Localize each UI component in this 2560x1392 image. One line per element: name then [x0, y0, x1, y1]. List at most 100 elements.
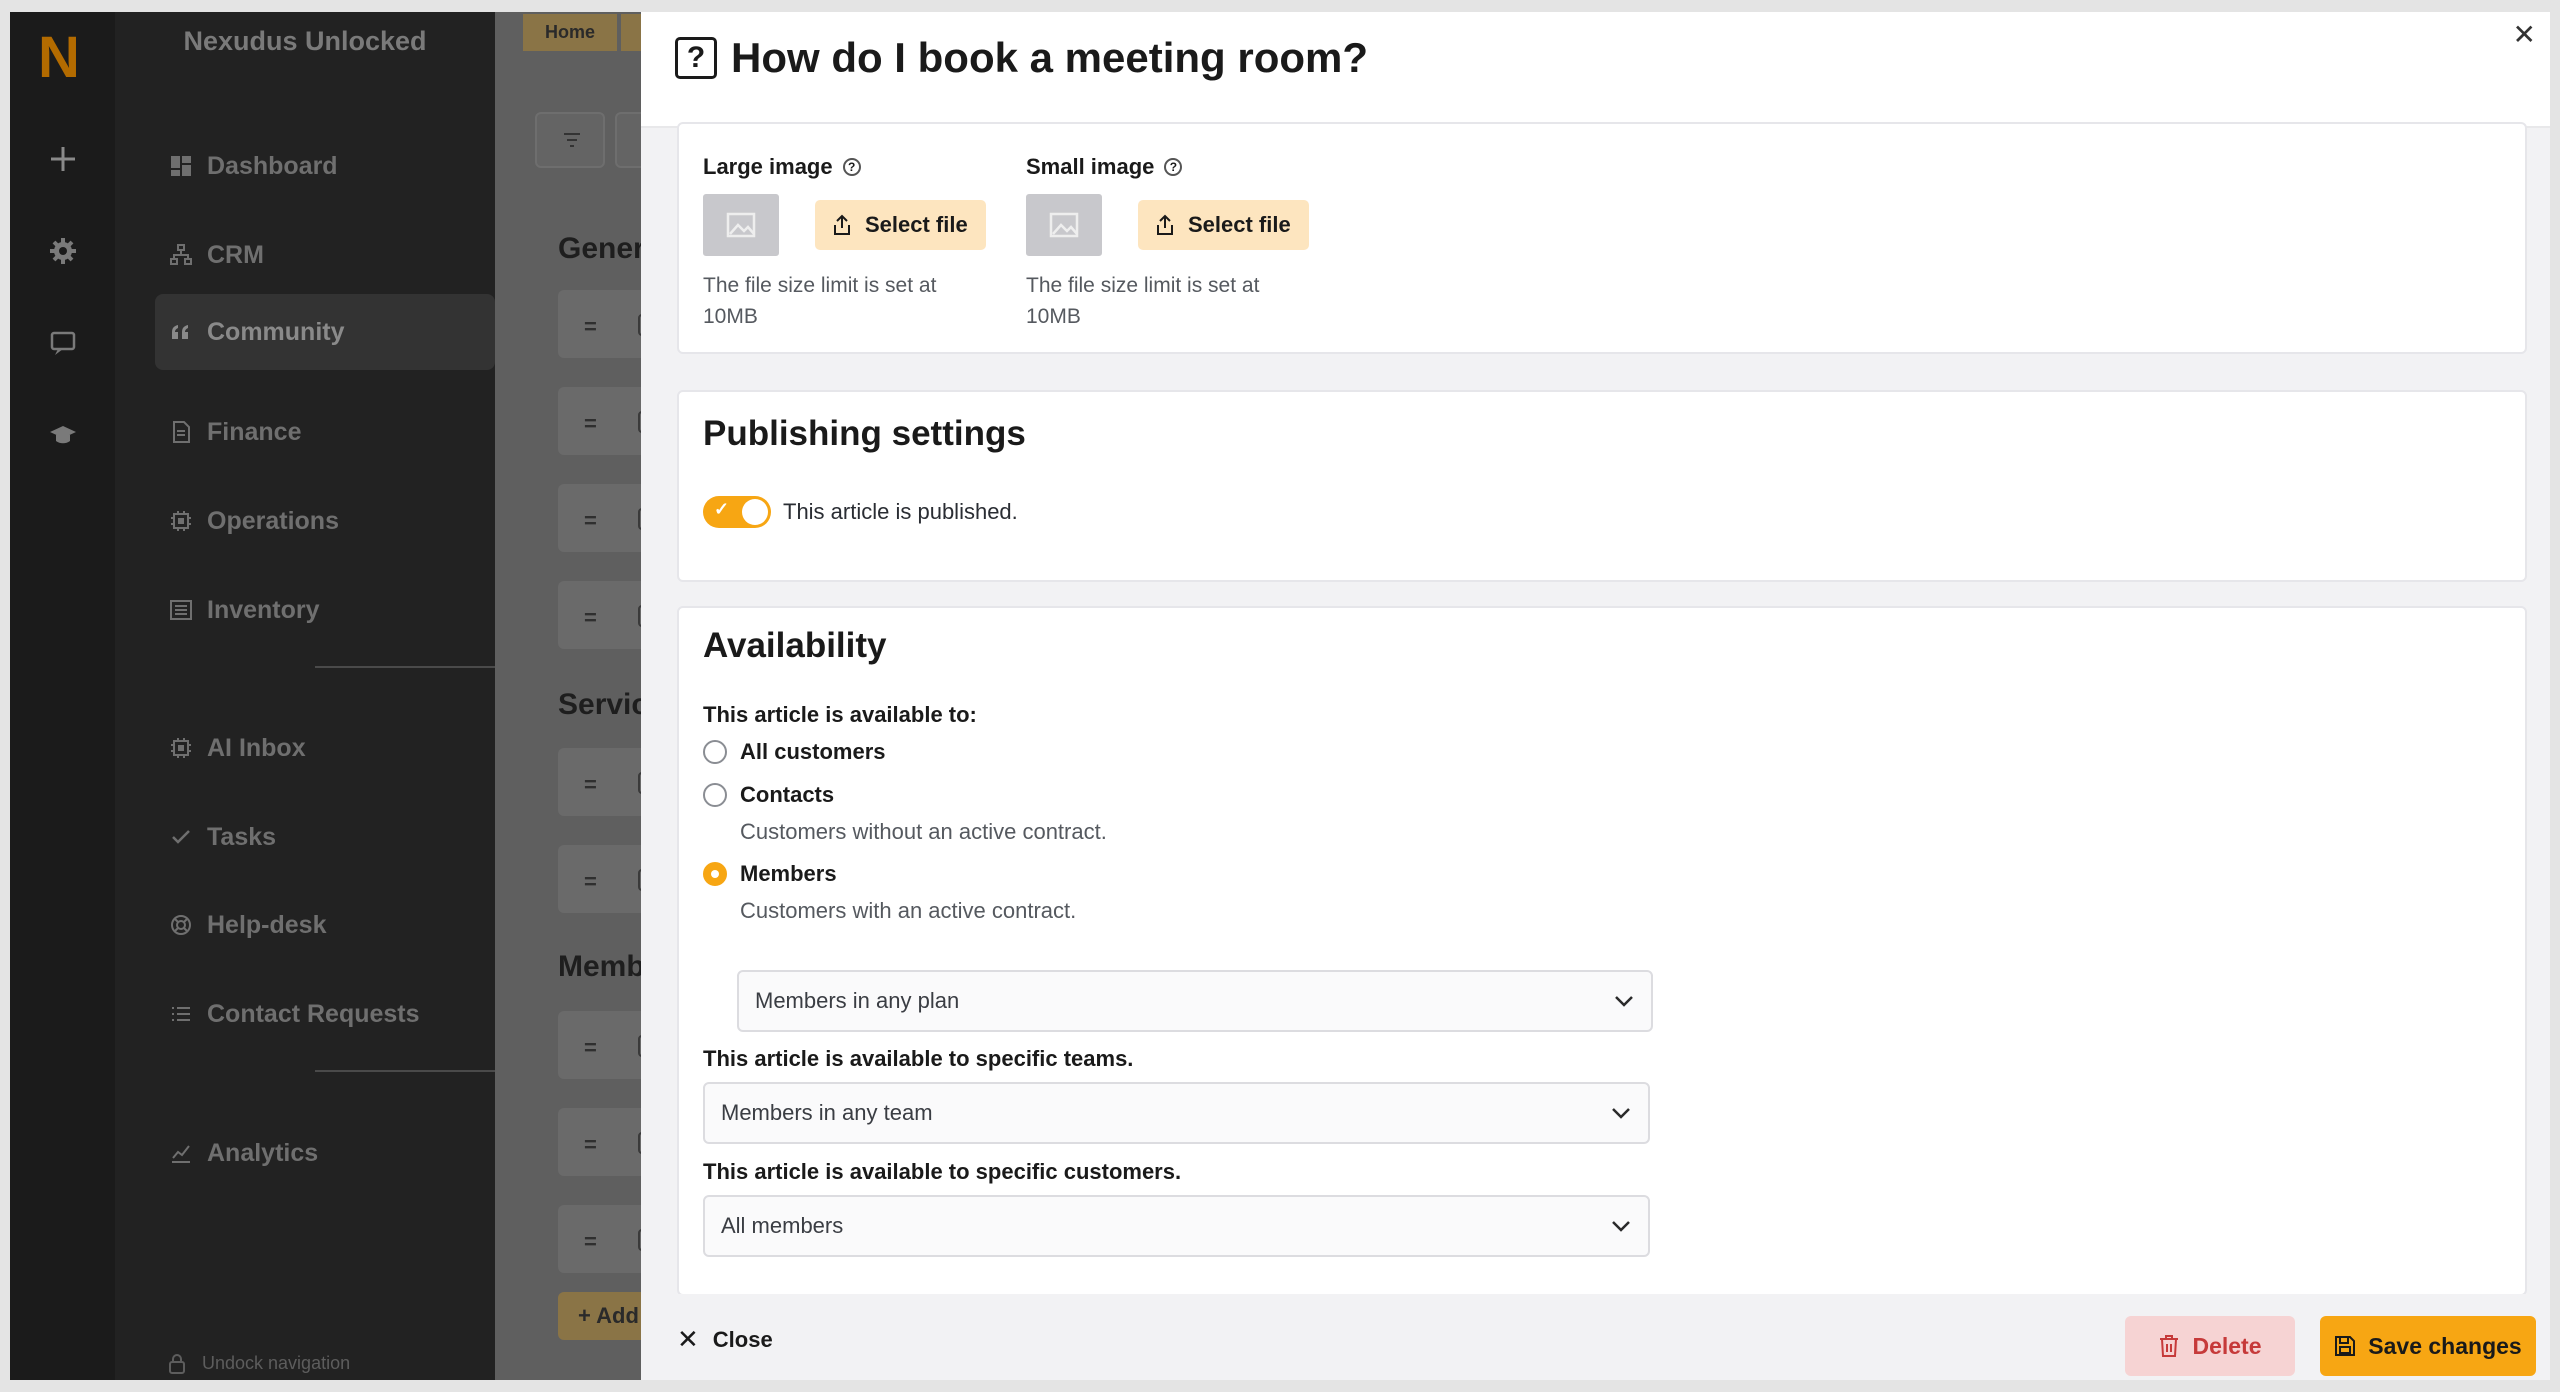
- radio-button-selected[interactable]: [703, 862, 727, 886]
- publishing-card: Publishing settings ✓ This article is pu…: [677, 390, 2527, 582]
- customers-select-value: All members: [721, 1213, 844, 1238]
- sidebar-item-label: Finance: [207, 417, 302, 446]
- app-logo[interactable]: N: [38, 24, 80, 91]
- help-icon[interactable]: ?: [842, 158, 861, 176]
- radio-members[interactable]: Members: [703, 861, 837, 887]
- sidebar: Nexudus Unlocked Dashboard CRM Community…: [115, 12, 501, 1380]
- document-icon: [169, 420, 193, 444]
- save-changes-button[interactable]: Save changes: [2320, 1316, 2536, 1376]
- sidebar-divider: [315, 666, 501, 668]
- delete-button[interactable]: Delete: [2125, 1316, 2295, 1376]
- small-image-label-text: Small image: [1026, 154, 1155, 179]
- large-image-label: Large image ?: [703, 154, 993, 180]
- select-file-label: Select file: [1188, 212, 1291, 237]
- section-heading: Memb: [558, 950, 645, 983]
- sidebar-item-label: AI Inbox: [207, 733, 306, 762]
- modal-title: ? How do I book a meeting room?: [675, 34, 1368, 82]
- sidebar-item-operations[interactable]: Operations: [155, 483, 495, 559]
- sidebar-divider: [315, 1070, 501, 1072]
- availability-card: Availability This article is available t…: [677, 606, 2527, 1296]
- published-text: This article is published.: [783, 499, 1018, 524]
- save-label: Save changes: [2368, 1332, 2522, 1359]
- radio-label: Contacts: [740, 782, 835, 807]
- small-image-placeholder: [1026, 194, 1102, 256]
- gear-icon[interactable]: [40, 228, 86, 274]
- chevron-down-icon: [1612, 1108, 1630, 1119]
- question-icon: ?: [675, 37, 717, 79]
- image-icon: [726, 212, 756, 238]
- image-icon: [1049, 212, 1079, 238]
- teams-select-value: Members in any team: [721, 1100, 933, 1125]
- large-image-select-file-button[interactable]: Select file: [815, 200, 986, 250]
- published-toggle[interactable]: ✓: [703, 496, 771, 528]
- sidebar-item-dashboard[interactable]: Dashboard: [155, 128, 495, 204]
- radio-button[interactable]: [703, 740, 727, 764]
- breadcrumb-home[interactable]: Home: [523, 14, 618, 51]
- list-box-icon: [169, 598, 193, 622]
- sidebar-item-contact-requests[interactable]: Contact Requests: [155, 976, 495, 1052]
- chip-icon: [169, 509, 193, 533]
- delete-label: Delete: [2192, 1332, 2262, 1359]
- large-image-label-text: Large image: [703, 154, 833, 179]
- lifebuoy-icon: [169, 913, 193, 937]
- chat-icon[interactable]: [40, 320, 86, 366]
- close-label: Close: [712, 1326, 773, 1352]
- publishing-title: Publishing settings: [703, 414, 1026, 453]
- sidebar-item-label: Help-desk: [207, 910, 327, 939]
- sidebar-item-inventory[interactable]: Inventory: [155, 572, 495, 648]
- sidebar-item-finance[interactable]: Finance: [155, 394, 495, 470]
- plan-select[interactable]: Members in any plan: [737, 970, 1653, 1032]
- teams-select[interactable]: Members in any team: [703, 1082, 1650, 1144]
- small-image-select-file-button[interactable]: Select file: [1138, 200, 1309, 250]
- sidebar-item-label: Contact Requests: [207, 999, 420, 1028]
- upload-icon: [834, 214, 850, 235]
- close-icon[interactable]: ✕: [2513, 18, 2536, 51]
- close-icon: ✕: [677, 1324, 699, 1354]
- radio-label: All customers: [740, 739, 886, 764]
- sidebar-item-tasks[interactable]: Tasks: [155, 799, 495, 875]
- teams-label: This article is available to specific te…: [703, 1046, 1134, 1071]
- plan-select-value: Members in any plan: [755, 988, 960, 1013]
- upload-icon: [1157, 214, 1173, 235]
- filter-button[interactable]: [535, 112, 605, 168]
- org-chart-icon: [169, 243, 193, 267]
- small-image-field: Small image ? Select file The file size …: [1026, 154, 1316, 332]
- chip-icon: [169, 736, 193, 760]
- file-size-note: The file size limit is set at 10MB: [703, 274, 937, 328]
- customers-select[interactable]: All members: [703, 1195, 1650, 1257]
- list-icon: [169, 1002, 193, 1026]
- sidebar-item-label: Community: [207, 317, 345, 346]
- customers-label: This article is available to specific cu…: [703, 1159, 1182, 1184]
- dashboard-icon: [169, 154, 193, 178]
- sidebar-item-label: Analytics: [207, 1138, 319, 1167]
- plus-icon[interactable]: [40, 136, 86, 182]
- large-image-placeholder: [703, 194, 779, 256]
- sidebar-item-crm[interactable]: CRM: [155, 217, 495, 293]
- sidebar-item-label: Inventory: [207, 595, 320, 624]
- filter-icon: [564, 133, 580, 147]
- article-modal: ? How do I book a meeting room? ✕ Large …: [641, 12, 2550, 1380]
- chevron-down-icon: [1615, 996, 1633, 1007]
- save-icon: [2335, 1336, 2356, 1356]
- modal-footer: ✕ Close Delete Save changes: [641, 1294, 2550, 1380]
- sidebar-item-label: Operations: [207, 506, 339, 535]
- icon-rail: N: [10, 12, 115, 1380]
- sidebar-item-help-desk[interactable]: Help-desk: [155, 887, 495, 963]
- images-card: Large image ? Select file The file size …: [677, 122, 2527, 354]
- radio-button[interactable]: [703, 783, 727, 807]
- help-icon[interactable]: ?: [1164, 158, 1183, 176]
- radio-contacts[interactable]: Contacts: [703, 782, 834, 808]
- chevron-down-icon: [1612, 1221, 1630, 1232]
- sidebar-item-ai-inbox[interactable]: AI Inbox: [155, 710, 495, 786]
- small-image-label: Small image ?: [1026, 154, 1316, 180]
- undock-navigation-button[interactable]: Undock navigation: [168, 1353, 350, 1374]
- sidebar-item-analytics[interactable]: Analytics: [155, 1115, 495, 1191]
- close-button[interactable]: ✕ Close: [677, 1324, 773, 1355]
- graduation-cap-icon[interactable]: [40, 412, 86, 458]
- radio-all-customers[interactable]: All customers: [703, 739, 886, 765]
- check-icon: ✓: [714, 499, 730, 519]
- chart-icon: [169, 1141, 193, 1165]
- sidebar-item-community[interactable]: Community: [155, 294, 495, 370]
- file-size-note: The file size limit is set at 10MB: [1026, 274, 1260, 328]
- sidebar-item-label: Dashboard: [207, 151, 338, 180]
